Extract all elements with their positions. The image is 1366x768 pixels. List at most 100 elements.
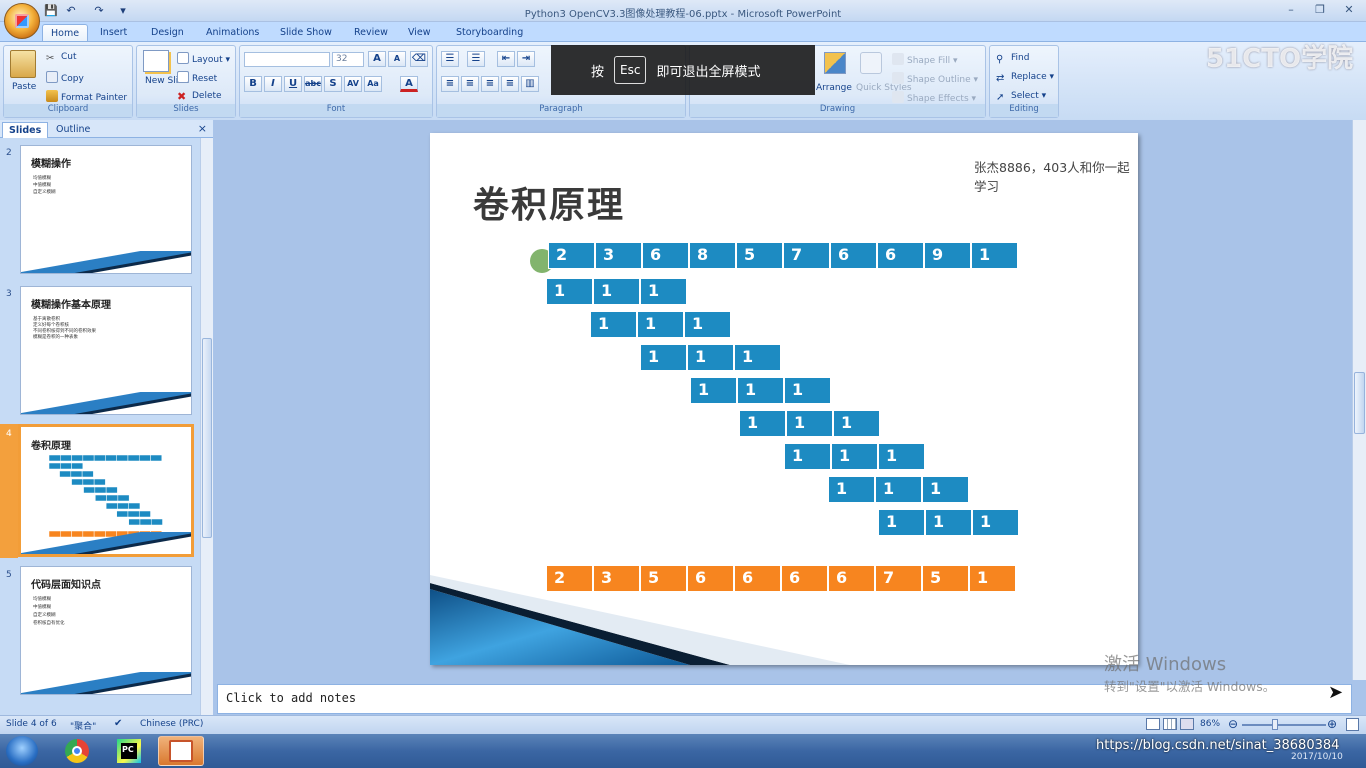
decrease-indent-button[interactable]: ⇤ — [497, 51, 515, 67]
thumbnail-scrollbar[interactable] — [200, 138, 213, 715]
effects-icon — [892, 91, 904, 103]
tab-animations[interactable]: Animations — [198, 26, 267, 42]
quick-styles-button[interactable]: Quick Styles — [856, 83, 912, 93]
find-button[interactable]: ⚲ Find — [996, 53, 1029, 66]
paste-button[interactable]: Paste — [12, 82, 36, 92]
find-label: Find — [1011, 53, 1030, 63]
mini-input-cell — [150, 454, 163, 462]
tab-slides[interactable]: Slides — [2, 122, 49, 138]
office-button[interactable] — [4, 3, 40, 39]
clear-formatting-button[interactable]: ⌫ — [410, 51, 428, 67]
character-spacing-button[interactable]: AV — [344, 76, 362, 92]
slide-thumbnail-selected[interactable]: 卷积原理 — [18, 424, 194, 557]
thumbnail-title: 模糊操作 — [31, 159, 71, 170]
slide-canvas[interactable]: 卷积原理 张杰8886，403人和你一起学习 23685766911111111… — [430, 133, 1138, 665]
zoom-out-icon[interactable]: ⊖ — [1228, 717, 1238, 731]
vertical-scroll-thumb[interactable] — [1354, 372, 1365, 434]
slides-label: Slides — [137, 104, 235, 117]
spellcheck-icon[interactable]: ✔ — [114, 718, 122, 729]
justify-button[interactable]: ≡ — [501, 76, 519, 92]
grow-font-button[interactable]: A — [368, 51, 386, 67]
vertical-scrollbar[interactable] — [1352, 120, 1366, 680]
normal-view-icon[interactable] — [1146, 718, 1160, 730]
shrink-font-button[interactable]: A — [388, 51, 406, 67]
shadow-button[interactable]: S — [324, 76, 342, 92]
brand-watermark: 51CTO学院 — [1206, 44, 1354, 74]
window-title: Python3 OpenCV3.3图像处理教程-06.pptx - Micros… — [524, 9, 842, 20]
mini-kernel-cell — [71, 478, 84, 486]
shape-effects-button[interactable]: Shape Effects ▾ — [892, 91, 976, 104]
arrange-button[interactable]: Arrange — [816, 83, 852, 93]
copy-label: Copy — [61, 74, 84, 84]
format-painter-button[interactable]: Format Painter — [46, 90, 127, 103]
new-slide-button[interactable]: New Slide — [145, 76, 189, 86]
bullets-button[interactable]: ☰ — [441, 51, 459, 67]
chrome-icon — [65, 739, 89, 763]
font-color-button[interactable]: A — [400, 76, 418, 92]
fit-to-window-icon[interactable] — [1346, 718, 1359, 731]
zoom-slider-thumb[interactable] — [1272, 719, 1278, 730]
font-family-select[interactable] — [244, 52, 330, 67]
zoom-in-icon[interactable]: ⊕ — [1327, 717, 1337, 731]
tab-view[interactable]: View — [400, 26, 439, 42]
mini-input-cell — [138, 454, 151, 462]
start-button[interactable] — [6, 736, 38, 766]
underline-button[interactable]: U — [284, 76, 302, 92]
layout-button[interactable]: Layout ▾ — [177, 52, 230, 65]
shape-outline-button[interactable]: Shape Outline ▾ — [892, 72, 978, 85]
select-button[interactable]: ➚ Select ▾ — [996, 91, 1046, 104]
tab-outline[interactable]: Outline — [50, 122, 96, 138]
tab-design[interactable]: Design — [143, 26, 192, 42]
slide-thumbnail[interactable]: 模糊操作 均值模糊 中值模糊 自定义模糊 — [20, 145, 192, 274]
editing-group: ⚲ Find ⇄ Replace ▾ ➚ Select ▾ Editing — [989, 45, 1059, 118]
quick-styles-icon[interactable] — [860, 52, 882, 74]
copy-button[interactable]: Copy — [46, 71, 84, 84]
align-center-button[interactable]: ≡ — [461, 76, 479, 92]
chrome-taskbar-button[interactable] — [54, 736, 100, 766]
change-case-button[interactable]: Aa — [364, 76, 382, 92]
slide-show-view-icon[interactable] — [1180, 718, 1194, 730]
minimize-button[interactable]: – — [1280, 2, 1302, 18]
kernel-cell: 1 — [546, 278, 593, 305]
cut-button[interactable]: ✂ Cut — [46, 52, 77, 65]
align-left-button[interactable]: ≡ — [441, 76, 459, 92]
numbering-button[interactable]: ☰ — [467, 51, 485, 67]
replace-button[interactable]: ⇄ Replace ▾ — [996, 72, 1054, 85]
theme-name[interactable]: "聚合" — [70, 719, 96, 732]
esc-key[interactable]: Esc — [614, 56, 647, 84]
new-slide-icon[interactable] — [143, 50, 169, 72]
tab-review[interactable]: Review — [346, 26, 396, 42]
slide-thumbnail[interactable]: 代码层面知识点 均值模糊 中值模糊 自定义模糊 卷积核自有优化 — [20, 566, 192, 695]
arrange-icon[interactable] — [824, 52, 846, 74]
strikethrough-button[interactable]: abc — [304, 76, 322, 92]
italic-button[interactable]: I — [264, 76, 282, 92]
language-indicator[interactable]: Chinese (PRC) — [140, 719, 203, 729]
powerpoint-taskbar-button[interactable] — [158, 736, 204, 766]
mini-kernel-cell — [82, 478, 95, 486]
tab-insert[interactable]: Insert — [92, 26, 135, 42]
columns-button[interactable]: ▥ — [521, 76, 539, 92]
slide-title[interactable]: 卷积原理 — [473, 176, 625, 228]
thumbnail-scroll-thumb[interactable] — [202, 338, 212, 538]
paste-icon[interactable] — [10, 50, 36, 78]
pycharm-taskbar-button[interactable]: PC — [106, 736, 152, 766]
increase-indent-button[interactable]: ⇥ — [517, 51, 535, 67]
delete-button[interactable]: ✖ Delete — [177, 90, 222, 103]
font-size-select[interactable]: 32 — [332, 52, 364, 67]
close-pane-button[interactable]: × — [198, 122, 207, 135]
close-button[interactable]: ✕ — [1338, 2, 1360, 18]
bold-button[interactable]: B — [244, 76, 262, 92]
shape-fill-button[interactable]: Shape Fill ▾ — [892, 53, 957, 66]
align-right-button[interactable]: ≡ — [481, 76, 499, 92]
zoom-slider[interactable] — [1242, 724, 1326, 726]
zoom-level[interactable]: 86% — [1200, 719, 1220, 729]
mini-kernel-cell — [128, 502, 141, 510]
slide-sorter-view-icon[interactable] — [1163, 718, 1177, 730]
tab-slide-show[interactable]: Slide Show — [272, 26, 340, 42]
reset-button[interactable]: Reset — [177, 71, 217, 84]
slide-thumbnail[interactable]: 模糊操作基本原理 基于离散卷积 定义好每个卷积核 不同卷积核得到不同的卷积效果 … — [20, 286, 192, 415]
maximize-button[interactable]: ❐ — [1309, 2, 1331, 18]
mini-kernel-cell — [128, 518, 141, 526]
drawing-label: Drawing — [690, 104, 985, 117]
tab-storyboarding[interactable]: Storyboarding — [448, 26, 531, 42]
